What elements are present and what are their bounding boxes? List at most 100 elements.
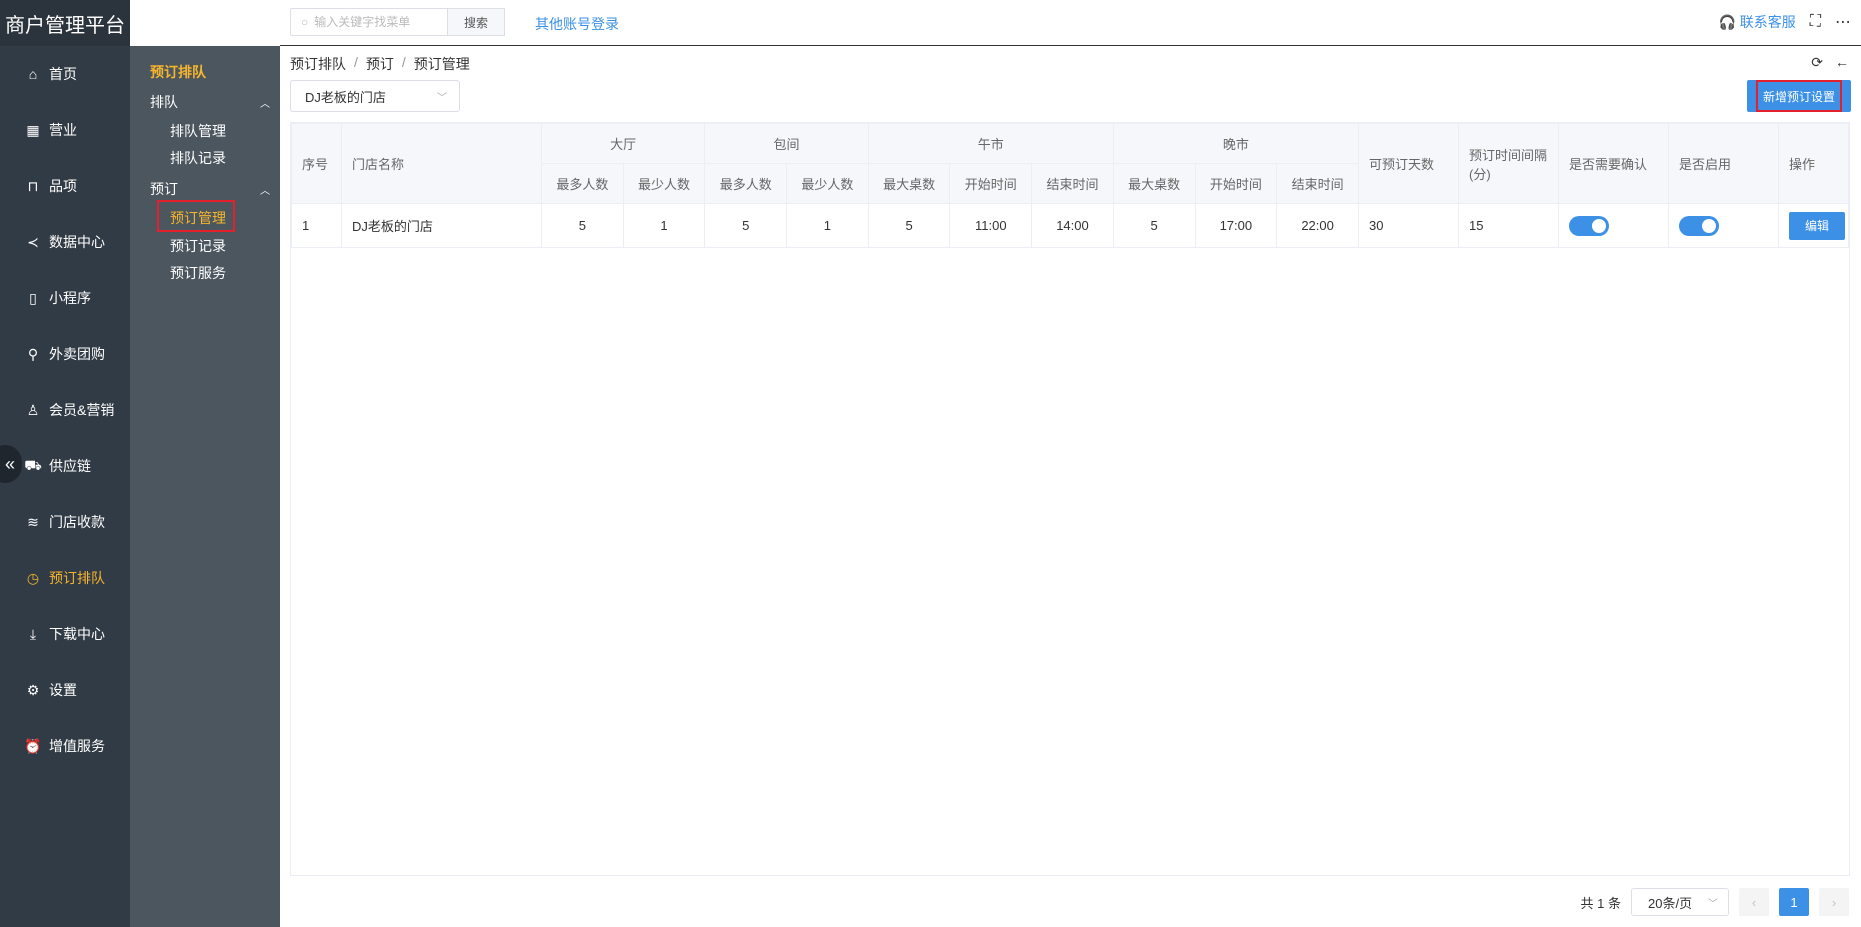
subnav-group-queue[interactable]: 排队 ︿ — [150, 92, 270, 112]
nav-item[interactable]: ⏰ 增值服务 — [0, 718, 130, 774]
nav-item[interactable]: ≋ 门店收款 — [0, 494, 130, 550]
nav-item-label: 外卖团购 — [49, 346, 105, 362]
more-icon[interactable]: ⋯ — [1835, 12, 1851, 32]
coins-icon: ≋ — [27, 513, 39, 530]
nav-item[interactable]: ⌂ 首页 — [0, 46, 130, 102]
nav-item-label: 营业 — [49, 122, 77, 138]
col-header-confirm: 是否需要确认 — [1558, 123, 1669, 204]
nav-item[interactable]: ≺ 数据中心 — [0, 214, 130, 270]
nav-item-label: 下载中心 — [49, 626, 105, 642]
bike-icon: ⚲ — [27, 345, 39, 362]
menu-search: ○ — [290, 8, 448, 36]
prev-page-button[interactable]: ‹ — [1739, 888, 1769, 916]
nav-item[interactable]: ⚙ 设置 — [0, 662, 130, 718]
col-header-hall-min: 最少人数 — [622, 163, 706, 204]
alarm-icon: ⏰ — [24, 737, 42, 754]
calendar-icon: ▦ — [26, 121, 40, 138]
page-size-value: 20条/页 — [1648, 895, 1693, 911]
edit-button[interactable]: 编辑 — [1789, 211, 1845, 240]
table-row: 1 DJ老板的门店 5 1 5 1 5 11:00 14:00 5 17:00 … — [291, 203, 1849, 248]
other-account-login-link[interactable]: 其他账号登录 — [535, 14, 619, 34]
cell-noon-end: 14:00 — [1031, 203, 1114, 248]
subnav-group-label: 预订 — [150, 181, 178, 197]
breadcrumb-item[interactable]: 预订 — [366, 54, 394, 74]
cell-room-min: 1 — [786, 203, 869, 248]
col-header-eve-end: 结束时间 — [1276, 163, 1359, 204]
share-icon: ≺ — [27, 233, 39, 250]
breadcrumb-item[interactable]: 预订排队 — [290, 54, 346, 74]
menu-search-input[interactable] — [314, 15, 435, 29]
col-header-enabled: 是否启用 — [1668, 123, 1779, 204]
subnav-item-reservation-service[interactable]: 预订服务 — [170, 263, 226, 283]
cell-confirm — [1558, 203, 1669, 248]
cell-action: 编辑 — [1778, 203, 1849, 248]
subnav-group-reservation[interactable]: 预订 ︿ — [150, 179, 270, 199]
nav-item[interactable]: ◷ 预订排队 — [0, 550, 130, 606]
breadcrumb-separator: / — [354, 54, 358, 70]
col-group-room: 包间 — [704, 123, 869, 164]
col-header-eve-tables: 最大桌数 — [1112, 163, 1196, 204]
search-icon: ○ — [301, 15, 309, 29]
subnav-item-reservation-manage[interactable]: 预订管理 — [170, 208, 226, 228]
fullscreen-icon[interactable]: ⛶ — [1810, 13, 1821, 31]
nav-item[interactable]: ▦ 营业 — [0, 102, 130, 158]
col-header-hall-max: 最多人数 — [541, 163, 624, 204]
secondary-sidebar: 预订 排队 排队 ︿ 排队管理 排队记录 预订 ︿ 预订管理 预订记录 预订服务 — [130, 46, 280, 927]
nav-item[interactable]: ⤓ 下载中心 — [0, 606, 130, 662]
nav-item-label: 增值服务 — [49, 738, 105, 754]
contact-support-link[interactable]: 🎧 联系客服 — [1718, 12, 1795, 32]
cell-interval: 15 — [1458, 203, 1559, 248]
nav-item-label: 首页 — [49, 66, 77, 82]
phone-icon: ▯ — [29, 289, 37, 306]
subnav-group-label: 排队 — [150, 94, 178, 110]
page-number-current[interactable]: 1 — [1779, 888, 1809, 916]
nav-item[interactable]: ♙ 会员&营销 — [0, 382, 130, 438]
nav-item-label: 供应链 — [49, 458, 91, 474]
breadcrumb: 预订排队 / 预订 / 预订管理 — [290, 54, 470, 74]
chevron-down-icon: ﹀ — [1708, 898, 1718, 910]
chevron-down-icon: ﹀ — [437, 92, 447, 104]
pagination: 共 1 条 20条/页 ﹀ ‹ 1 › — [1581, 888, 1849, 916]
nav-item-label: 小程序 — [49, 290, 91, 306]
nav-item[interactable]: ⊓ 品项 — [0, 158, 130, 214]
cell-days: 30 — [1358, 203, 1459, 248]
truck-icon: ⛟ — [24, 456, 42, 473]
subnav-item-queue-records[interactable]: 排队记录 — [170, 148, 226, 168]
page-size-select[interactable]: 20条/页 ﹀ — [1631, 888, 1729, 916]
gear-icon: ⚙ — [26, 681, 40, 698]
nav-item-label: 会员&营销 — [49, 402, 115, 418]
search-button[interactable]: 搜索 — [447, 8, 505, 36]
nav-item[interactable]: ▯ 小程序 — [0, 270, 130, 326]
subnav-item-queue-manage[interactable]: 排队管理 — [170, 121, 226, 141]
nav-item-label: 设置 — [49, 682, 77, 698]
top-bar: ○ 搜索 其他账号登录 🎧 联系客服 ⛶ ⋯ — [280, 0, 1861, 46]
back-arrow-icon[interactable]: ← — [1835, 54, 1849, 71]
nav-item-label: 门店收款 — [49, 514, 105, 530]
reservation-table: 序号 门店名称 大厅 包间 午市 晚市 可预订天数 预订时间间隔(分) 是否需要… — [291, 123, 1849, 248]
col-header-store: 门店名称 — [341, 123, 542, 204]
cell-store: DJ老板的门店 — [341, 203, 542, 248]
highlight-box — [1756, 80, 1842, 112]
page-tools: ⟳ ← — [1811, 54, 1849, 71]
cell-noon-tables: 5 — [867, 203, 951, 248]
cell-enabled — [1668, 203, 1779, 248]
col-header-interval: 预订时间间隔(分) — [1458, 123, 1559, 204]
col-group-evening: 晚市 — [1112, 123, 1360, 164]
nav-item[interactable]: ⚲ 外卖团购 — [0, 326, 130, 382]
confirm-toggle[interactable] — [1569, 215, 1609, 236]
cell-eve-tables: 5 — [1112, 203, 1196, 248]
col-header-index: 序号 — [291, 123, 342, 204]
user-icon: ♙ — [26, 401, 40, 418]
enabled-toggle[interactable] — [1679, 215, 1719, 236]
double-chevron-left-icon: « — [4, 453, 15, 474]
total-count: 共 1 条 — [1580, 895, 1621, 911]
subnav-item-reservation-records[interactable]: 预订记录 — [170, 236, 226, 256]
cell-noon-start: 11:00 — [949, 203, 1033, 248]
cell-eve-start: 17:00 — [1194, 203, 1278, 248]
store-select[interactable]: DJ老板的门店 ﹀ — [290, 80, 460, 112]
col-header-noon-tables: 最大桌数 — [867, 163, 951, 204]
refresh-icon[interactable]: ⟳ — [1811, 54, 1823, 71]
chevron-right-icon: › — [1831, 894, 1837, 910]
next-page-button[interactable]: › — [1819, 888, 1849, 916]
col-group-noon: 午市 — [867, 123, 1114, 164]
